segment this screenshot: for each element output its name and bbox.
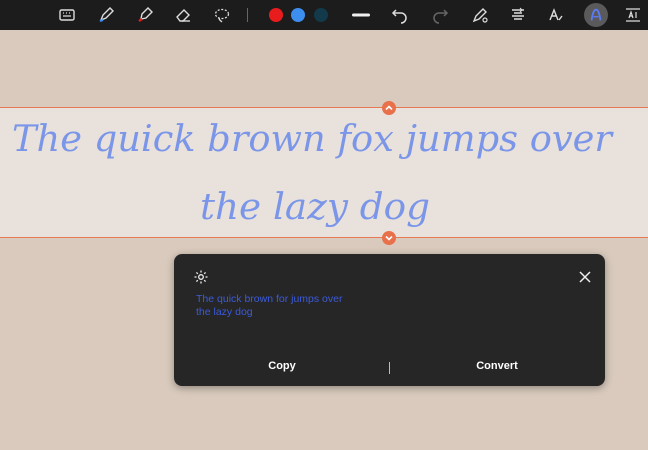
- handwriting-to-text-icon[interactable]: [584, 3, 608, 27]
- text-spacing-icon[interactable]: [623, 5, 643, 25]
- handwritten-line-1: The quick brown fox jumps over: [12, 119, 614, 160]
- lasso-icon[interactable]: [212, 5, 232, 25]
- undo-icon[interactable]: [390, 5, 410, 25]
- convert-button[interactable]: Convert: [470, 360, 524, 372]
- toolbar: [0, 0, 648, 30]
- color-dark-teal[interactable]: [314, 8, 328, 22]
- pen-thickness-icon[interactable]: [351, 5, 371, 25]
- recognized-text: The quick brown for jumps over the lazy …: [196, 293, 343, 318]
- pen-settings-icon[interactable]: [470, 5, 490, 25]
- copy-button[interactable]: Copy: [262, 360, 302, 372]
- pen-icon[interactable]: [96, 5, 116, 25]
- keyboard-icon[interactable]: [57, 5, 77, 25]
- resize-handle-bottom[interactable]: [382, 231, 396, 245]
- gear-icon[interactable]: [193, 269, 209, 285]
- highlighter-icon[interactable]: [135, 5, 155, 25]
- color-red[interactable]: [269, 8, 283, 22]
- chevron-down-icon: [385, 235, 393, 241]
- chevron-up-icon: [385, 105, 393, 111]
- resize-handle-top[interactable]: [382, 101, 396, 115]
- redo-icon[interactable]: [430, 5, 450, 25]
- handwriting-conversion-panel: The quick brown for jumps over the lazy …: [174, 254, 605, 386]
- toolbar-divider: [247, 8, 248, 22]
- handwritten-line-2: the lazy dog: [200, 187, 430, 228]
- handwriting-text-icon[interactable]: [546, 5, 566, 25]
- close-icon[interactable]: [577, 269, 593, 285]
- color-blue[interactable]: [291, 8, 305, 22]
- eraser-icon[interactable]: [173, 5, 193, 25]
- button-divider: [389, 362, 390, 374]
- handwritten-ink[interactable]: The quick brown fox jumps over the lazy …: [0, 107, 648, 238]
- text-align-icon[interactable]: [508, 5, 528, 25]
